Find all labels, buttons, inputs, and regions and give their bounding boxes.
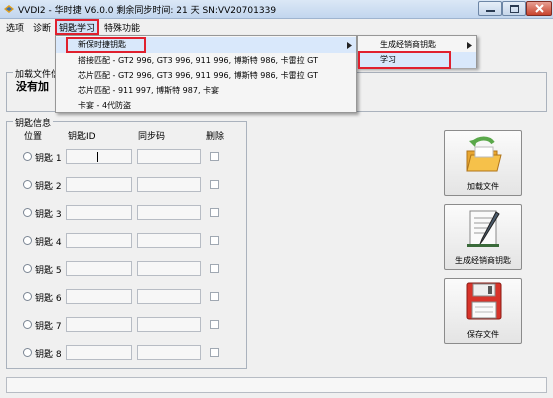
key-select-radio[interactable]	[23, 236, 32, 245]
floppy-disk-icon	[466, 282, 502, 320]
key-row-label: 钥匙 1	[35, 154, 62, 164]
menu-item-chip-match-996[interactable]: 芯片匹配 - GT2 996, GT3 996, 911 996, 博斯特 98…	[56, 68, 356, 84]
sync-code-field[interactable]	[137, 345, 201, 360]
app-icon	[4, 5, 14, 13]
load-status-text: 没有加	[16, 80, 49, 93]
key-select-radio[interactable]	[23, 320, 32, 329]
delete-checkbox[interactable]	[210, 180, 219, 189]
key-id-field[interactable]	[66, 205, 132, 220]
close-icon	[534, 4, 544, 13]
key-id-field[interactable]	[66, 177, 132, 192]
load-file-button[interactable]: 加载文件	[444, 130, 522, 196]
column-header-key-id: 钥匙ID	[68, 132, 96, 142]
menu-key-learning[interactable]: 钥匙学习	[55, 19, 100, 35]
sync-code-field[interactable]	[137, 261, 201, 276]
key-row-label: 钥匙 6	[35, 294, 62, 304]
sync-code-field[interactable]	[137, 205, 201, 220]
menu-item-label: 生成经销商钥匙	[380, 40, 436, 49]
highlight-box	[358, 51, 451, 69]
column-header-sync-code: 同步码	[138, 132, 166, 142]
key-select-radio[interactable]	[23, 348, 32, 357]
status-bar	[6, 377, 547, 393]
save-file-label: 保存文件	[467, 330, 499, 339]
delete-checkbox[interactable]	[210, 208, 219, 217]
menu-item-bridge-match[interactable]: 搭接匹配 - GT2 996, GT3 996, 911 996, 博斯特 98…	[56, 53, 356, 69]
menu-special-functions[interactable]: 特殊功能	[104, 21, 140, 34]
new-porsche-key-submenu: 生成经销商钥匙 学习	[357, 35, 477, 69]
key-row-label: 钥匙 3	[35, 210, 62, 220]
sync-code-field[interactable]	[137, 177, 201, 192]
generate-dealer-key-label: 生成经销商钥匙	[455, 256, 511, 265]
sync-code-field[interactable]	[137, 289, 201, 304]
minimize-button[interactable]	[478, 1, 502, 16]
key-info-group-label: 钥匙信息	[13, 116, 54, 129]
maximize-button[interactable]	[502, 1, 526, 16]
menu-diagnose[interactable]: 诊断	[33, 21, 51, 34]
key-id-field[interactable]	[66, 317, 132, 332]
save-file-button[interactable]: 保存文件	[444, 278, 522, 344]
key-id-field[interactable]	[66, 149, 132, 164]
text-caret	[97, 152, 98, 162]
delete-checkbox[interactable]	[210, 292, 219, 301]
highlight-box	[66, 37, 146, 53]
key-row-label: 钥匙 2	[35, 182, 62, 192]
key-row-label: 钥匙 4	[35, 238, 62, 248]
submenu-arrow-icon	[467, 42, 472, 49]
key-id-field[interactable]	[66, 289, 132, 304]
window-title: VVDI2 - 华时捷 V6.0.0 剩余同步时间: 21 天 SN:VV207…	[18, 6, 277, 16]
delete-checkbox[interactable]	[210, 236, 219, 245]
key-row-label: 钥匙 5	[35, 266, 62, 276]
minimize-icon	[485, 9, 495, 12]
document-pen-icon	[467, 210, 500, 247]
key-select-radio[interactable]	[23, 180, 32, 189]
menu-item-new-porsche-key[interactable]: 新保时捷钥匙	[56, 37, 356, 53]
maximize-icon	[509, 4, 519, 13]
menu-item-chip-match-997[interactable]: 芯片匹配 - 911 997, 博斯特 987, 卡宴	[56, 83, 356, 99]
menu-item-learn[interactable]: 学习	[358, 51, 476, 69]
key-select-radio[interactable]	[23, 264, 32, 273]
sync-code-field[interactable]	[137, 233, 201, 248]
delete-checkbox[interactable]	[210, 320, 219, 329]
key-learning-dropdown: 新保时捷钥匙 搭接匹配 - GT2 996, GT3 996, 911 996,…	[55, 35, 357, 113]
sync-code-field[interactable]	[137, 317, 201, 332]
key-id-field[interactable]	[66, 345, 132, 360]
menu-item-cayenne-4th-gen[interactable]: 卡宴 - 4代防盗	[56, 98, 356, 114]
submenu-arrow-icon	[347, 42, 352, 49]
delete-checkbox[interactable]	[210, 264, 219, 273]
generate-dealer-key-button[interactable]: 生成经销商钥匙	[444, 204, 522, 270]
column-header-delete: 删除	[206, 132, 225, 142]
key-select-radio[interactable]	[23, 208, 32, 217]
key-id-field[interactable]	[66, 233, 132, 248]
folder-open-icon	[466, 136, 502, 172]
menu-options[interactable]: 选项	[6, 21, 24, 34]
column-header-position: 位置	[24, 132, 43, 142]
key-select-radio[interactable]	[23, 152, 32, 161]
close-button[interactable]	[526, 1, 552, 16]
key-select-radio[interactable]	[23, 292, 32, 301]
key-row-label: 钥匙 7	[35, 322, 62, 332]
delete-checkbox[interactable]	[210, 152, 219, 161]
delete-checkbox[interactable]	[210, 348, 219, 357]
load-file-label: 加载文件	[467, 182, 499, 191]
key-id-field[interactable]	[66, 261, 132, 276]
sync-code-field[interactable]	[137, 149, 201, 164]
key-row-label: 钥匙 8	[35, 350, 62, 360]
